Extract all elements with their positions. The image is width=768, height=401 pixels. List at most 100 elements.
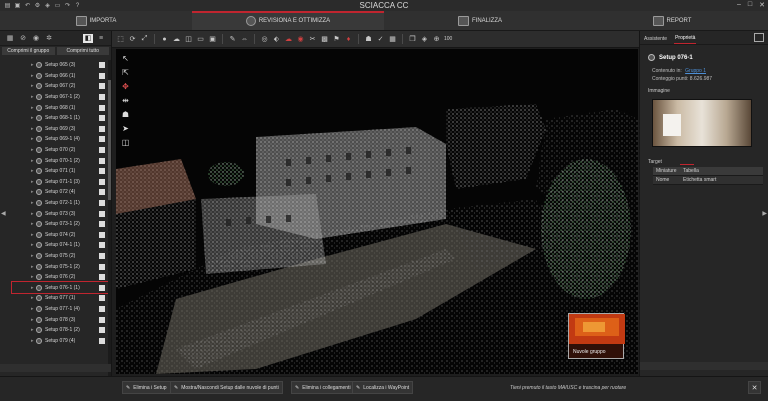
zoom-level[interactable]: 100: [444, 36, 452, 42]
setup-row[interactable]: ▸ Setup 070 (2): [12, 145, 108, 156]
setup-row[interactable]: ▸ Setup 067 (2): [12, 81, 108, 92]
close-bar-button[interactable]: ✕: [748, 381, 761, 394]
fit-icon[interactable]: ⤢: [140, 35, 149, 44]
scrollbar-thumb[interactable]: [108, 80, 111, 200]
zoom-icon[interactable]: ⊕: [432, 35, 441, 44]
setup-row[interactable]: ▸ Setup 075-1 (2): [12, 261, 108, 272]
visibility-checkbox[interactable]: [99, 316, 105, 323]
setup-row[interactable]: ▸ Setup 075 (2): [12, 251, 108, 262]
step-finalize[interactable]: FINALIZZA: [384, 11, 576, 30]
setup-row[interactable]: ▸ Setup 076-1 (1): [11, 281, 109, 295]
visibility-checkbox[interactable]: [99, 221, 105, 228]
sphere-icon[interactable]: ●: [160, 35, 169, 44]
undock-icon[interactable]: [754, 33, 764, 42]
visibility-checkbox[interactable]: [99, 295, 105, 302]
box-icon[interactable]: ▣: [208, 35, 217, 44]
visibility-checkbox[interactable]: [99, 200, 105, 207]
setup-row[interactable]: ▸ Setup 078-1 (2): [12, 325, 108, 336]
pointer-icon[interactable]: ↖: [121, 54, 130, 63]
visibility-checkbox[interactable]: [99, 284, 105, 291]
visibility-checkbox[interactable]: [99, 157, 105, 164]
visibility-checkbox[interactable]: [99, 337, 105, 344]
visibility-checkbox[interactable]: [99, 125, 105, 132]
step-review-optimize[interactable]: REVISIONA E OTTIMIZZA: [192, 11, 384, 30]
eye-icon[interactable]: ◉: [296, 35, 305, 44]
visibility-checkbox[interactable]: [99, 147, 105, 154]
fly-icon[interactable]: ➤: [121, 124, 130, 133]
visibility-checkbox[interactable]: [99, 305, 105, 312]
visibility-checkbox[interactable]: [99, 136, 105, 143]
cloud-group-preview[interactable]: Nuvole gruppo: [568, 313, 625, 359]
visibility-checkbox[interactable]: [99, 210, 105, 217]
cube-icon[interactable]: ◫: [184, 35, 193, 44]
marker-icon[interactable]: ♦: [344, 35, 353, 44]
setup-panel-hscroll[interactable]: [0, 364, 111, 372]
setup-row[interactable]: ▸ Setup 071 (1): [12, 166, 108, 177]
setup-row[interactable]: ▸ Setup 074-1 (1): [12, 240, 108, 251]
group-icon[interactable]: ▦: [5, 34, 15, 43]
camera-icon[interactable]: ▩: [320, 35, 329, 44]
properties-hscroll[interactable]: [640, 362, 768, 370]
point-cloud-viewport[interactable]: ↖ ⇱ ✥ ⇹ ☗ ➤ ◫ Nuvole gruppo: [116, 49, 638, 374]
collapse-left-panel-icon[interactable]: ◀: [1, 210, 6, 217]
visibility-checkbox[interactable]: [99, 104, 105, 111]
visibility-checkbox[interactable]: [99, 274, 105, 281]
visibility-checkbox[interactable]: [99, 189, 105, 196]
collapse-group-button[interactable]: Comprimi il gruppo: [2, 47, 55, 55]
setup-row[interactable]: ▸ Setup 072 (4): [12, 187, 108, 198]
select-pointer-icon[interactable]: ⇱: [121, 68, 130, 77]
visibility-checkbox[interactable]: [99, 178, 105, 185]
grid-icon[interactable]: ▦: [388, 35, 397, 44]
pin-icon[interactable]: ⚑: [332, 35, 341, 44]
visibility-checkbox[interactable]: [99, 252, 105, 259]
delete-setups-button[interactable]: ✎ Elimina i Setup: [122, 381, 171, 394]
visibility-checkbox[interactable]: [99, 94, 105, 101]
setup-row[interactable]: ▸ Setup 068-1 (1): [12, 113, 108, 124]
person-view-icon[interactable]: ☗: [121, 110, 130, 119]
setup-row[interactable]: ▸ Setup 077 (1): [12, 293, 108, 304]
list-icon[interactable]: ≡: [96, 34, 106, 43]
target-icon[interactable]: ◉: [31, 34, 41, 43]
visibility-checkbox[interactable]: [99, 327, 105, 334]
visibility-checkbox[interactable]: [99, 242, 105, 249]
tab-properties[interactable]: Proprietà: [674, 33, 697, 44]
tag-icon[interactable]: ⬖: [272, 35, 281, 44]
step-import[interactable]: IMPORTA: [0, 11, 192, 30]
visibility-checkbox[interactable]: [99, 231, 105, 238]
setup-row[interactable]: ▸ Setup 065 (3): [12, 60, 108, 71]
check-icon[interactable]: ✓: [376, 35, 385, 44]
setup-row[interactable]: ▸ Setup 068 (1): [12, 102, 108, 113]
setup-list-scrollbar[interactable]: [108, 60, 111, 376]
visibility-checkbox[interactable]: [99, 263, 105, 270]
visibility-checkbox[interactable]: [99, 72, 105, 79]
delete-links-button[interactable]: ✎ Elimina i collegamenti: [291, 381, 355, 394]
cloud-filter-icon[interactable]: ☁: [284, 35, 293, 44]
setup-image-thumbnail[interactable]: [652, 99, 752, 147]
setup-row[interactable]: ▸ Setup 073-1 (2): [12, 219, 108, 230]
setup-row[interactable]: ▸ Setup 072-1 (1): [12, 198, 108, 209]
setup-row[interactable]: ▸ Setup 078 (3): [12, 314, 108, 325]
setup-row[interactable]: ▸ Setup 076 (2): [12, 272, 108, 283]
setup-row[interactable]: ▸ Setup 071-1 (3): [12, 177, 108, 188]
plane-icon[interactable]: ▭: [196, 35, 205, 44]
collapse-all-button[interactable]: Comprimi tutto: [56, 47, 109, 55]
setup-row[interactable]: ▸ Setup 067-1 (2): [12, 92, 108, 103]
group-link[interactable]: Gruppo 1: [685, 68, 706, 74]
move-icon[interactable]: ✥: [121, 82, 130, 91]
toggle-setups-button[interactable]: ✎ Mostra/Nascondi Setup dalle nuvole di …: [170, 381, 283, 394]
measure-icon[interactable]: ⇔: [240, 35, 249, 44]
person-icon[interactable]: ☗: [364, 35, 373, 44]
setup-row[interactable]: ▸ Setup 079 (4): [12, 335, 108, 346]
setup-row[interactable]: ▸ Setup 069 (3): [12, 124, 108, 135]
close-window-icon[interactable]: ✕: [759, 1, 765, 9]
cube-view-icon[interactable]: ❒: [408, 35, 417, 44]
setup-row[interactable]: ▸ Setup 066 (1): [12, 71, 108, 82]
cloud-icon[interactable]: ☁: [172, 35, 181, 44]
rotate-icon[interactable]: ⟳: [128, 35, 137, 44]
scissors-icon[interactable]: ✂: [308, 35, 317, 44]
setup-row[interactable]: ▸ Setup 074 (2): [12, 230, 108, 241]
target-icon[interactable]: ◎: [260, 35, 269, 44]
setup-row[interactable]: ▸ Setup 070-1 (2): [12, 155, 108, 166]
setup-row[interactable]: ▸ Setup 069-1 (4): [12, 134, 108, 145]
select-icon[interactable]: ⬚: [116, 35, 125, 44]
